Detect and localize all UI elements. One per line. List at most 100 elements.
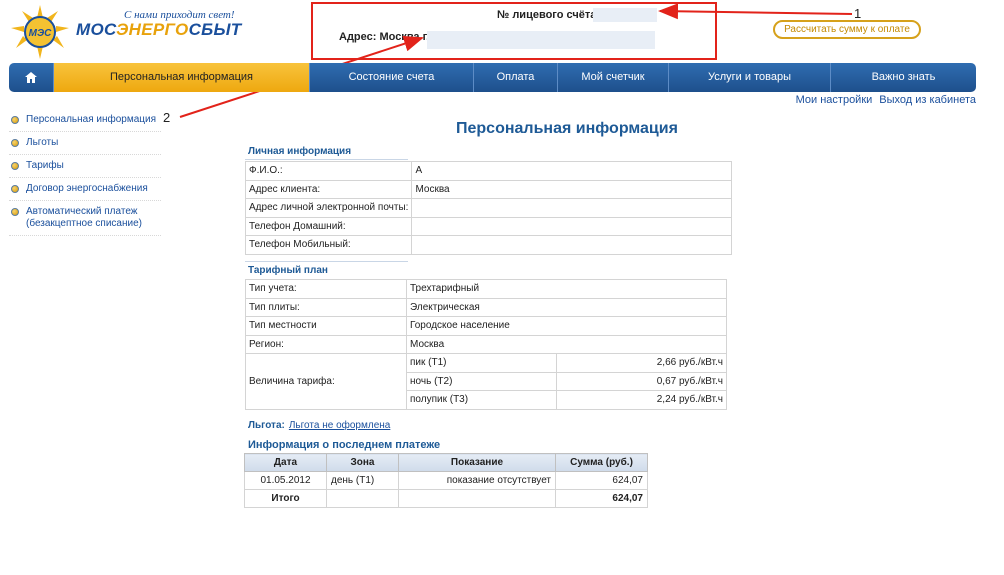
column-header: Сумма (руб.) [555, 453, 648, 472]
column-header: Дата [244, 453, 327, 472]
logo[interactable]: МЭС С нами приходит свет! МОСЭНЕРГОСБЫТ [8, 2, 248, 60]
total-empty [398, 489, 556, 508]
section-divider [245, 159, 408, 160]
logout-link[interactable]: Выход из кабинета [879, 94, 976, 106]
total-empty [326, 489, 399, 508]
cell-zone: день (Т1) [326, 471, 399, 490]
table-row: Тип плиты: Электрическая [245, 297, 727, 317]
table-row: Телефон Домашний: [244, 216, 733, 236]
table-total-row: Итого 624,07 [244, 489, 648, 508]
sidebar-item-benefits[interactable]: Льготы [9, 132, 161, 155]
cell-reading: показание отсутствует [398, 471, 556, 490]
logo-badge: МЭС [29, 28, 53, 39]
row-key: Телефон Домашний: [244, 216, 413, 236]
personal-info-table: Ф.И.О.: А Адрес клиента: Москва Адрес личн… [244, 161, 733, 255]
nav-home[interactable] [9, 63, 54, 92]
section-divider [245, 261, 408, 262]
column-header: Показание [398, 453, 556, 472]
nav-my-meter[interactable]: Мой счетчик [558, 63, 669, 92]
sidebar-item-label: Автоматический платеж (безакцептное спис… [26, 206, 142, 229]
cell-date: 01.05.2012 [244, 471, 327, 490]
bullet-icon [11, 116, 19, 124]
total-label: Итого [244, 489, 327, 508]
rate-label: Величина тарифа: [245, 353, 407, 410]
nav-services-goods[interactable]: Услуги и товары [669, 63, 831, 92]
address-value [427, 31, 655, 49]
last-payment-title: Информация о последнем платеже [248, 439, 441, 451]
account-number-label: № лицевого счёта: [497, 9, 601, 21]
table-row: Величина тарифа: пик (Т1) 2,66 руб./кВт.… [245, 353, 727, 410]
table-row: Регион: Москва [245, 334, 727, 354]
benefit-line: Льгота: Льгота не оформлена [248, 420, 390, 431]
page-title: Персональная информация [456, 120, 678, 137]
tariff-rates-table: Величина тарифа: пик (Т1) 2,66 руб./кВт.… [245, 353, 727, 410]
row-key: Телефон Мобильный: [244, 235, 413, 255]
sidebar-item-label: Тарифы [26, 160, 64, 171]
personal-section-title: Личная информация [248, 146, 352, 157]
table-row: Телефон Мобильный: [244, 235, 733, 255]
main-nav: Персональная информация Состояние счета … [9, 63, 976, 92]
rate-zone: ночь (Т2) [406, 371, 557, 391]
row-value: Электрическая [406, 297, 727, 317]
row-value [411, 235, 733, 255]
total-amount: 624,07 [555, 489, 648, 508]
nav-important[interactable]: Важно знать [831, 63, 976, 92]
annotation-number-2: 2 [163, 110, 171, 125]
row-key: Адрес клиента: [244, 179, 413, 199]
rate-price: 0,67 руб./кВт.ч [556, 371, 727, 391]
bullet-icon [11, 185, 19, 193]
table-row: Адрес личной электронной почты: [244, 198, 733, 218]
my-settings-link[interactable]: Мои настройки [796, 94, 873, 106]
rate-price: 2,24 руб./кВт.ч [556, 390, 727, 410]
table-header-row: Дата Зона Показание Сумма (руб.) [244, 453, 648, 472]
row-key: Тип местности [245, 316, 407, 336]
tariff-info-table: Тип учета: Трехтарифный Тип плиты: Электри… [245, 279, 727, 354]
annotation-number-1: 1 [854, 6, 862, 21]
sidebar-item-label: Льготы [26, 137, 59, 148]
tariff-section-title: Тарифный план [248, 265, 328, 276]
table-row: Тип учета: Трехтарифный [245, 279, 727, 299]
nav-personal-info[interactable]: Персональная информация [54, 63, 310, 92]
nav-account-status[interactable]: Состояние счета [310, 63, 474, 92]
last-payment-table: Дата Зона Показание Сумма (руб.) 01.05.2… [244, 453, 648, 508]
row-value: Москва [406, 334, 727, 354]
row-value: А [411, 161, 733, 181]
benefit-label: Льгота: [248, 420, 285, 431]
sidebar-item-label: Договор энергоснабжения [26, 183, 148, 194]
row-value: Москва [411, 179, 733, 199]
nav-payment[interactable]: Оплата [474, 63, 558, 92]
row-value: Городское население [406, 316, 727, 336]
calculate-payment-button[interactable]: Рассчитать сумму к оплате [773, 20, 921, 39]
table-row: 01.05.2012 день (Т1) показание отсутству… [244, 471, 648, 490]
rate-zone: полупик (Т3) [406, 390, 557, 410]
bullet-icon [11, 139, 19, 147]
sidebar-item-label: Персональная информация [26, 114, 157, 125]
row-value [411, 216, 733, 236]
cell-amount: 624,07 [555, 471, 648, 490]
home-icon [25, 71, 37, 83]
row-key: Адрес личной электронной почты: [244, 198, 413, 218]
rate-zone: пик (Т1) [406, 353, 557, 373]
sidebar-item-auto-payment[interactable]: Автоматический платеж (безакцептное спис… [9, 201, 161, 236]
benefit-link[interactable]: Льгота не оформлена [289, 420, 390, 431]
table-row: Ф.И.О.: А [244, 161, 733, 181]
bullet-icon [11, 208, 19, 216]
table-row: Адрес клиента: Москва [244, 179, 733, 199]
row-key: Ф.И.О.: [244, 161, 413, 181]
account-info-box: № лицевого счёта: Адрес: Москва г., [311, 2, 717, 60]
row-key: Тип плиты: [245, 297, 407, 317]
top-links: Мои настройки Выход из кабинета [796, 94, 976, 106]
row-key: Регион: [245, 334, 407, 354]
row-key: Тип учета: [245, 279, 407, 299]
sidebar-item-contract[interactable]: Договор энергоснабжения [9, 178, 161, 201]
account-number-value [593, 8, 657, 22]
rate-price: 2,66 руб./кВт.ч [556, 353, 727, 373]
sidebar-item-personal-info[interactable]: Персональная информация [9, 109, 161, 132]
sidebar: Персональная информация Льготы Тарифы До… [9, 109, 161, 236]
table-row: Тип местности Городское население [245, 316, 727, 336]
row-value [411, 198, 733, 218]
column-header: Зона [326, 453, 399, 472]
brand-name: МОСЭНЕРГОСБЫТ [76, 20, 242, 39]
sidebar-item-tariffs[interactable]: Тарифы [9, 155, 161, 178]
row-value: Трехтарифный [406, 279, 727, 299]
